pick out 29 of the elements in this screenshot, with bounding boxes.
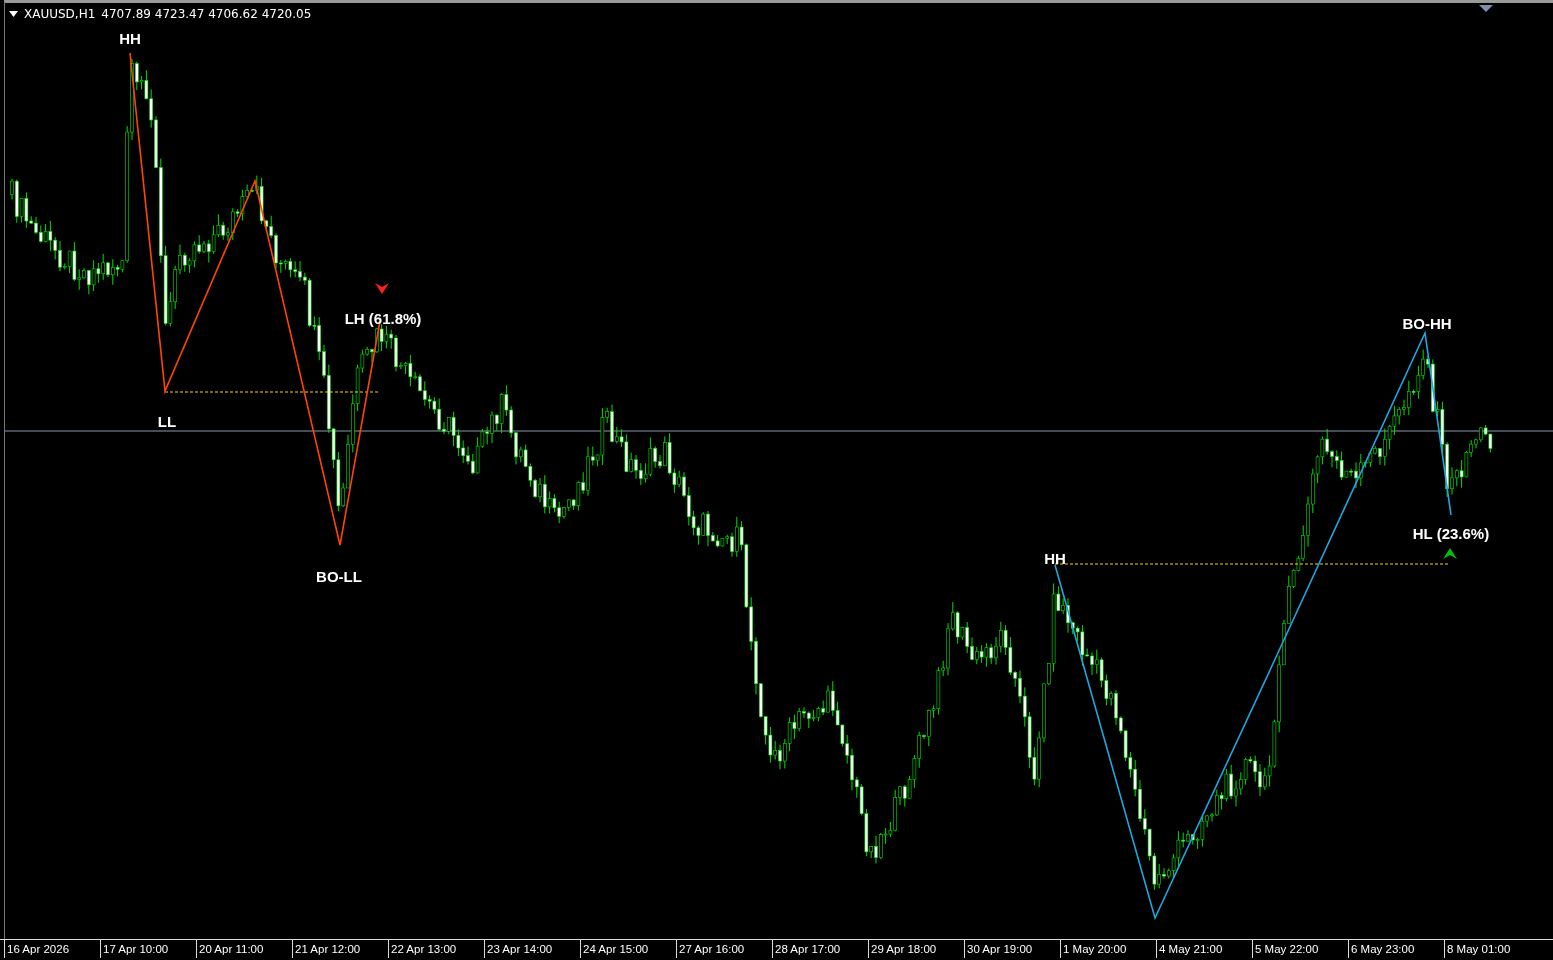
time-label: 20 Apr 11:00 bbox=[196, 940, 292, 958]
time-label: 6 May 23:00 bbox=[1348, 940, 1444, 958]
swing-label: LL bbox=[157, 412, 177, 430]
swing-label: HH bbox=[119, 29, 141, 47]
time-label: 29 Apr 18:00 bbox=[868, 940, 964, 958]
symbol-label: XAUUSD,H1 bbox=[24, 7, 96, 21]
swing-label: LH (61.8%) bbox=[344, 309, 422, 327]
time-label: 22 Apr 13:00 bbox=[388, 940, 484, 958]
collapse-icon[interactable] bbox=[9, 11, 18, 17]
time-label: 30 Apr 19:00 bbox=[964, 940, 1060, 958]
price-quote: 4707.89 4723.47 4706.62 4720.05 bbox=[101, 7, 312, 21]
swing-label: BO-HH bbox=[1402, 314, 1452, 332]
swing-label: HL (23.6%) bbox=[1412, 524, 1490, 542]
time-label: 5 May 22:00 bbox=[1252, 940, 1348, 958]
time-label: 23 Apr 14:00 bbox=[484, 940, 580, 958]
time-label: 24 Apr 15:00 bbox=[580, 940, 676, 958]
time-label: 17 Apr 10:00 bbox=[100, 940, 196, 958]
up-arrow-icon bbox=[1443, 548, 1457, 559]
time-label: 21 Apr 12:00 bbox=[292, 940, 388, 958]
scroll-marker-icon bbox=[1479, 5, 1493, 12]
time-label: 4 May 21:00 bbox=[1156, 940, 1252, 958]
time-label: 28 Apr 17:00 bbox=[772, 940, 868, 958]
swing-label: HH bbox=[1044, 549, 1066, 567]
time-label: 16 Apr 2026 bbox=[4, 940, 100, 958]
time-label: 8 May 01:00 bbox=[1444, 940, 1540, 958]
time-label: 27 Apr 16:00 bbox=[676, 940, 772, 958]
down-arrow-icon bbox=[375, 283, 389, 294]
swing-label: BO-LL bbox=[316, 567, 362, 585]
time-label: 1 May 20:00 bbox=[1060, 940, 1156, 958]
